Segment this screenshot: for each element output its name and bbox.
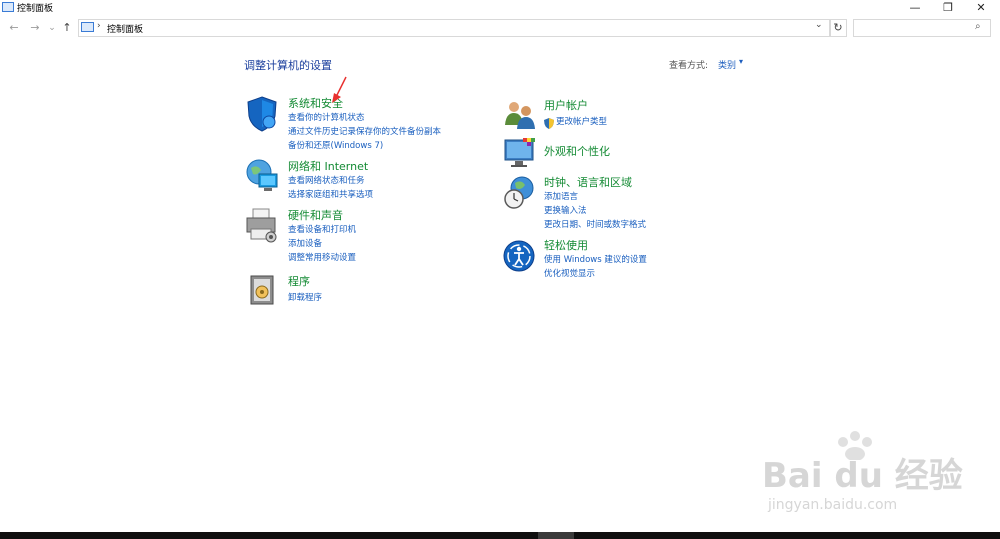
link-optimize-visual-display[interactable]: 优化视觉显示 — [544, 267, 595, 279]
page-title: 调整计算机的设置 — [244, 59, 332, 72]
watermark-url: jingyan.baidu.com — [768, 497, 898, 513]
category-clock-language-region[interactable]: 时钟、语言和区域 — [544, 174, 632, 190]
link-add-language[interactable]: 添加语言 — [544, 190, 578, 202]
address-dropdown-icon[interactable]: ⌄ — [815, 20, 823, 30]
breadcrumb-separator-icon[interactable]: › — [97, 21, 101, 31]
up-button[interactable]: ↑ — [60, 21, 74, 35]
taskbar — [0, 532, 1000, 539]
watermark-brand: Bai du 经验 — [762, 456, 963, 496]
link-change-date-time-format[interactable]: 更改日期、时间或数字格式 — [544, 218, 646, 230]
link-file-history-backup[interactable]: 通过文件历史记录保存你的文件备份副本 — [288, 125, 441, 137]
link-backup-restore[interactable]: 备份和还原(Windows 7) — [288, 139, 383, 151]
category-hardware-sound[interactable]: 硬件和声音 — [288, 207, 343, 223]
address-bar[interactable] — [78, 19, 831, 37]
search-icon[interactable]: ⌕ — [975, 21, 981, 32]
taskbar-active-item[interactable] — [538, 532, 574, 539]
category-user-accounts[interactable]: 用户帐户 — [544, 97, 588, 113]
appearance-icon[interactable] — [503, 136, 537, 172]
recent-locations-button[interactable]: ⌄ — [45, 21, 59, 35]
shield-icon[interactable] — [245, 96, 279, 132]
link-add-device[interactable]: 添加设备 — [288, 237, 322, 249]
users-icon[interactable] — [503, 97, 537, 133]
link-homegroup-sharing[interactable]: 选择家庭组和共享选项 — [288, 188, 373, 200]
minimize-button[interactable]: — — [900, 0, 930, 16]
network-globe-icon[interactable] — [245, 158, 279, 194]
category-ease-of-access[interactable]: 轻松使用 — [544, 237, 588, 253]
close-button[interactable]: ✕ — [966, 0, 996, 16]
control-panel-icon — [81, 22, 94, 32]
category-programs[interactable]: 程序 — [288, 273, 310, 289]
uac-shield-icon — [544, 114, 554, 129]
title-bar — [0, 0, 1000, 16]
link-change-account-type[interactable]: 更改帐户类型 — [556, 115, 607, 127]
category-network-internet[interactable]: 网络和 Internet — [288, 158, 368, 174]
link-network-status[interactable]: 查看网络状态和任务 — [288, 174, 365, 186]
back-button[interactable]: ← — [7, 21, 21, 35]
chevron-down-icon[interactable]: ▾ — [739, 57, 743, 66]
annotation-arrow-icon — [330, 75, 350, 105]
link-mobility-settings[interactable]: 调整常用移动设置 — [288, 251, 356, 263]
restore-button[interactable]: ❐ — [933, 0, 963, 16]
printer-icon[interactable] — [245, 207, 279, 243]
search-input[interactable] — [853, 19, 991, 37]
clock-globe-icon[interactable] — [503, 175, 537, 211]
link-view-computer-status[interactable]: 查看你的计算机状态 — [288, 111, 365, 123]
forward-button[interactable]: → — [28, 21, 42, 35]
view-by-label: 查看方式: — [669, 61, 709, 71]
link-devices-printers[interactable]: 查看设备和打印机 — [288, 223, 356, 235]
category-appearance-personalization[interactable]: 外观和个性化 — [544, 143, 610, 159]
refresh-button[interactable]: ↻ — [829, 19, 847, 37]
breadcrumb-control-panel[interactable]: 控制面板 — [107, 22, 143, 35]
control-panel-icon — [2, 2, 14, 12]
programs-icon[interactable] — [247, 272, 281, 308]
link-change-input-method[interactable]: 更换输入法 — [544, 204, 587, 216]
ease-of-access-icon[interactable] — [503, 238, 537, 274]
view-by-dropdown[interactable]: 类别 — [718, 58, 736, 71]
window-title: 控制面板 — [17, 4, 54, 14]
link-windows-suggested-settings[interactable]: 使用 Windows 建议的设置 — [544, 253, 647, 265]
link-uninstall-program[interactable]: 卸载程序 — [288, 291, 322, 303]
